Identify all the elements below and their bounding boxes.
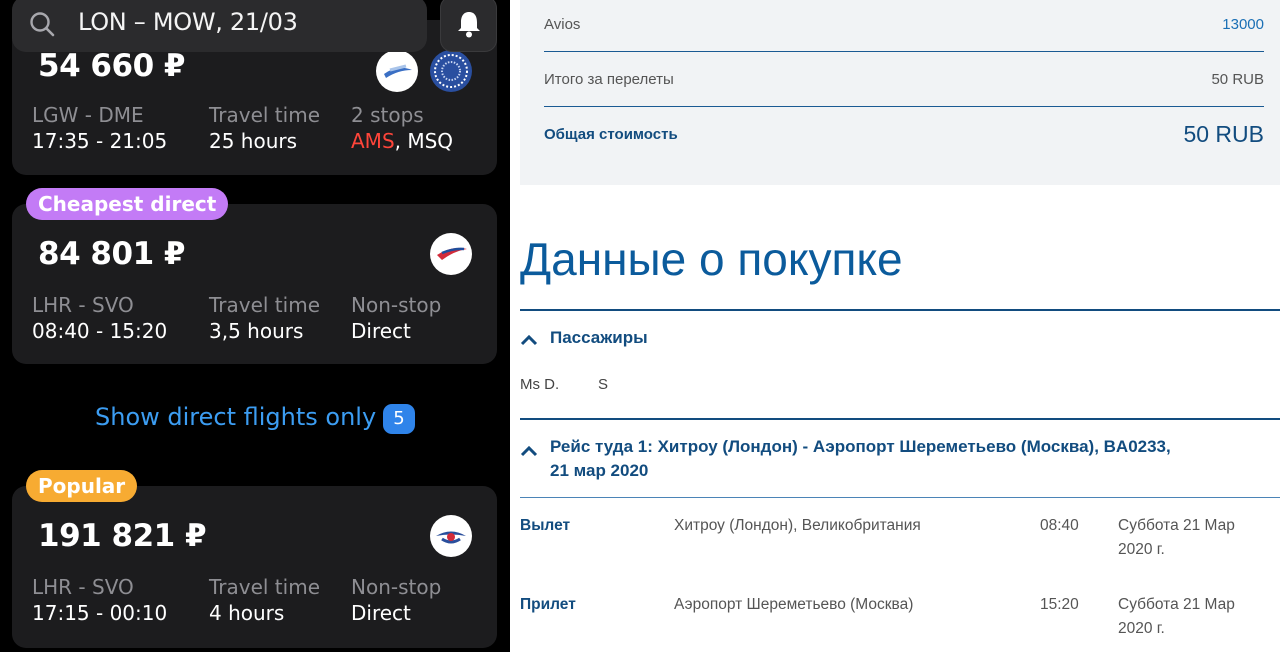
date-year: 2020 г.	[1118, 620, 1165, 637]
summary-label: Итого за перелеты	[544, 71, 674, 88]
travel-time-value: 4 hours	[209, 601, 285, 625]
price-summary: Avios 13000 Итого за перелеты 50 RUB Общ…	[520, 0, 1280, 185]
date: Суббота 21 Мар 2020 г.	[1118, 514, 1268, 562]
search-icon	[30, 12, 55, 37]
flight-price: 54 660 ₽	[38, 48, 186, 84]
airline-logo-icon	[430, 50, 472, 92]
departure-arrival-times: 08:40 - 15:20	[32, 319, 168, 343]
airline-logo-icon	[430, 233, 472, 275]
airport: Хитроу (Лондон), Великобритания	[674, 517, 921, 534]
divider	[520, 418, 1280, 420]
departure-arrival-times: 17:35 - 21:05	[32, 129, 168, 153]
panel-divider	[510, 0, 520, 652]
stops-label: 2 stops	[351, 103, 424, 127]
divider	[544, 51, 1264, 52]
stops-column: 2 stops AMS, MSQ	[351, 102, 453, 154]
row-label: Прилет	[520, 596, 576, 613]
stops-airports: AMS, MSQ	[351, 128, 453, 154]
direct-flights-count-badge: 5	[383, 404, 415, 434]
summary-label: Общая стоимость	[544, 126, 678, 143]
departure-arrival-times: 17:15 - 00:10	[32, 601, 168, 625]
summary-value: 13000	[1222, 16, 1264, 33]
stops-column: Non-stop Direct	[351, 574, 441, 626]
travel-time-label: Travel time	[209, 575, 320, 599]
flight-card[interactable]: 84 801 ₽ LHR - SVO 08:40 - 15:20 Travel …	[12, 204, 497, 364]
travel-time-label: Travel time	[209, 293, 320, 317]
flight-card[interactable]: 191 821 ₽ LHR - SVO 17:15 - 00:10 Travel…	[12, 486, 497, 648]
section-title: Данные о покупке	[520, 233, 903, 285]
popular-badge: Popular	[26, 470, 138, 502]
flight-price: 84 801 ₽	[38, 236, 186, 272]
flight-search-app: 54 660 ₽ LGW - DME 17:35 - 21:05 Travel …	[0, 0, 510, 652]
airline-logo-icon	[376, 50, 418, 92]
date-line: Суббота 21 Мар	[1118, 596, 1235, 613]
travel-time-value: 25 hours	[209, 129, 298, 153]
divider	[520, 309, 1280, 311]
stop-highlight: AMS	[351, 129, 395, 153]
summary-row-grand-total: Общая стоимость 50 RUB	[544, 121, 1264, 151]
search-query: LON – MOW, 21/03	[78, 8, 298, 36]
summary-value: 50 RUB	[1211, 71, 1264, 88]
travel-time-column: Travel time 4 hours	[209, 574, 320, 626]
date-line: Суббота 21 Мар	[1118, 517, 1235, 534]
stops-label: Non-stop	[351, 575, 442, 599]
flight-date: 21 мар 2020	[550, 461, 649, 480]
price-alert-button[interactable]	[440, 0, 497, 52]
passenger-surname: S	[598, 376, 609, 393]
travel-time-column: Travel time 25 hours	[209, 102, 320, 154]
stops-value: Direct	[351, 601, 411, 625]
airline-logo-icon	[430, 515, 472, 557]
travel-time-label: Travel time	[209, 103, 320, 127]
passengers-accordion[interactable]: Пассажиры	[520, 326, 648, 350]
travel-time-value: 3,5 hours	[209, 319, 304, 343]
route-column: LGW - DME 17:35 - 21:05	[32, 102, 167, 154]
cheapest-direct-badge: Cheapest direct	[26, 188, 229, 220]
divider	[544, 106, 1264, 107]
chevron-up-icon	[520, 445, 538, 457]
show-direct-flights-link[interactable]: Show direct flights only	[95, 403, 376, 431]
outbound-flight-accordion[interactable]: Рейс туда 1: Хитроу (Лондон) - Аэропорт …	[520, 435, 1250, 483]
route: LGW - DME	[32, 103, 144, 127]
route-column: LHR - SVO 08:40 - 15:20	[32, 292, 167, 344]
date-year: 2020 г.	[1118, 541, 1165, 558]
flight-heading: Рейс туда 1: Хитроу (Лондон) - Аэропорт …	[550, 437, 1171, 456]
accordion-label: Пассажиры	[550, 328, 648, 347]
airport: Аэропорт Шереметьево (Москва)	[674, 596, 914, 613]
stop-rest: , MSQ	[394, 129, 454, 153]
stops-label: Non-stop	[351, 293, 442, 317]
time: 15:20	[1040, 596, 1079, 613]
search-bar[interactable]: LON – MOW, 21/03	[12, 0, 427, 52]
summary-label: Avios	[544, 16, 581, 33]
route: LHR - SVO	[32, 575, 134, 599]
route: LHR - SVO	[32, 293, 134, 317]
divider	[520, 497, 1280, 498]
bell-icon	[458, 12, 480, 38]
stops-column: Non-stop Direct	[351, 292, 441, 344]
route-column: LHR - SVO 17:15 - 00:10	[32, 574, 167, 626]
chevron-up-icon	[520, 334, 538, 346]
booking-details-page: Avios 13000 Итого за перелеты 50 RUB Общ…	[520, 0, 1280, 652]
flight-price: 191 821 ₽	[38, 518, 207, 554]
row-label: Вылет	[520, 517, 571, 534]
date: Суббота 21 Мар 2020 г.	[1118, 593, 1268, 641]
stops-value: Direct	[351, 319, 411, 343]
travel-time-column: Travel time 3,5 hours	[209, 292, 320, 344]
passenger-name: Ms D.	[520, 376, 560, 393]
time: 08:40	[1040, 517, 1079, 534]
summary-value: 50 RUB	[1183, 121, 1264, 147]
